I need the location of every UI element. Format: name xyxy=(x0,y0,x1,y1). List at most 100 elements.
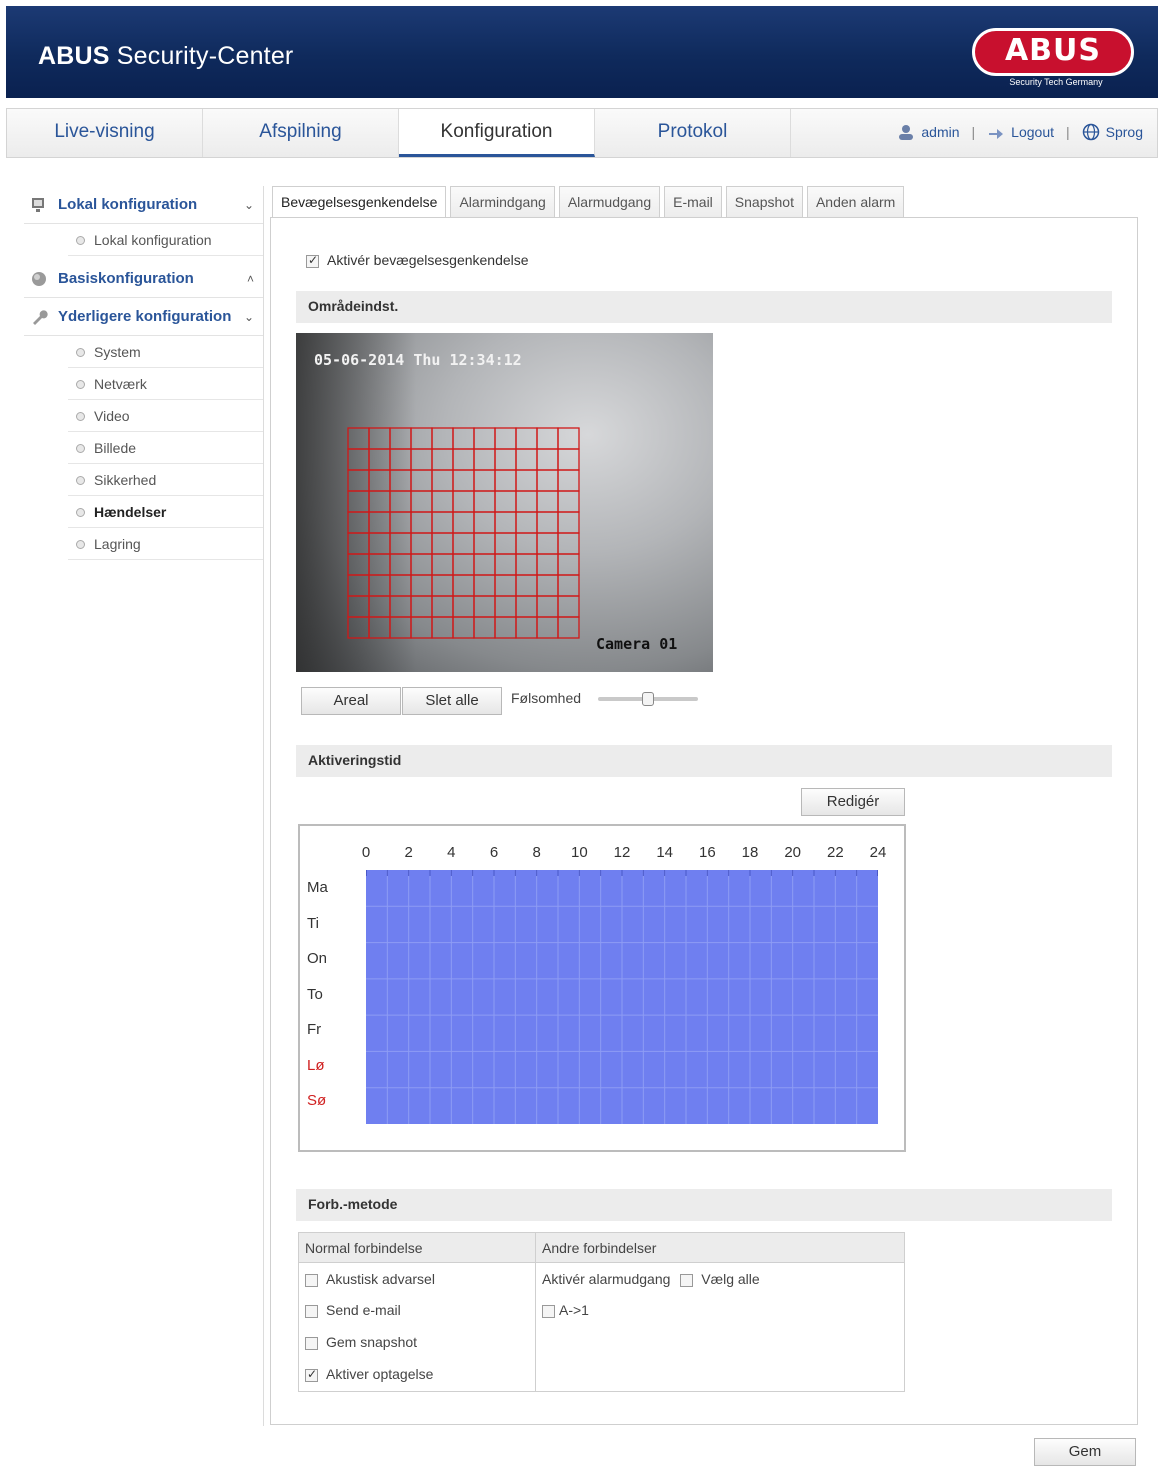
motion-grid-cell[interactable] xyxy=(557,532,580,555)
sidebar-section-local[interactable]: Lokal konfiguration ⌄ xyxy=(24,186,264,224)
motion-grid-cell[interactable] xyxy=(515,532,538,555)
motion-grid-cell[interactable] xyxy=(473,616,496,639)
motion-grid-cell[interactable] xyxy=(494,511,517,534)
logout-icon[interactable] xyxy=(987,123,1005,141)
motion-grid-cell[interactable] xyxy=(494,490,517,513)
motion-grid-cell[interactable] xyxy=(368,448,391,471)
motion-grid-cell[interactable] xyxy=(389,595,412,618)
nav-tab-log[interactable]: Protokol xyxy=(595,109,791,157)
motion-grid-cell[interactable] xyxy=(431,511,454,534)
motion-grid-cell[interactable] xyxy=(515,511,538,534)
motion-grid-cell[interactable] xyxy=(536,469,559,492)
motion-grid-cell[interactable] xyxy=(473,595,496,618)
enable-recording-checkbox[interactable] xyxy=(305,1367,318,1382)
motion-grid-cell[interactable] xyxy=(557,574,580,597)
motion-grid-cell[interactable] xyxy=(347,448,370,471)
tab-other-alarm[interactable]: Anden alarm xyxy=(806,186,905,218)
motion-grid-cell[interactable] xyxy=(536,595,559,618)
motion-grid-cell[interactable] xyxy=(410,616,433,639)
sidebar-item-video[interactable]: Video xyxy=(68,400,264,432)
motion-grid-cell[interactable] xyxy=(347,574,370,597)
motion-grid-cell[interactable] xyxy=(557,616,580,639)
motion-grid-cell[interactable] xyxy=(410,532,433,555)
motion-grid-cell[interactable] xyxy=(368,553,391,576)
motion-grid-cell[interactable] xyxy=(473,490,496,513)
motion-grid-cell[interactable] xyxy=(536,490,559,513)
motion-grid-cell[interactable] xyxy=(431,616,454,639)
motion-grid-cell[interactable] xyxy=(557,448,580,471)
motion-grid-cell[interactable] xyxy=(536,616,559,639)
motion-grid-cell[interactable] xyxy=(494,448,517,471)
save-snapshot-checkbox[interactable] xyxy=(305,1336,318,1350)
motion-grid-cell[interactable] xyxy=(347,532,370,555)
motion-grid-cell[interactable] xyxy=(368,595,391,618)
motion-grid-cell[interactable] xyxy=(410,448,433,471)
motion-grid-cell[interactable] xyxy=(494,574,517,597)
tab-motion-detection[interactable]: Bevægelsesgenkendelse xyxy=(272,186,447,219)
motion-grid-cell[interactable] xyxy=(431,469,454,492)
nav-tab-live[interactable]: Live-visning xyxy=(7,109,203,157)
chevron-up-icon[interactable]: ˄ xyxy=(247,260,254,298)
motion-grid-cell[interactable] xyxy=(431,574,454,597)
motion-grid-cell[interactable] xyxy=(557,427,580,450)
motion-grid-cell[interactable] xyxy=(410,595,433,618)
motion-grid-cell[interactable] xyxy=(452,532,475,555)
motion-grid-cell[interactable] xyxy=(347,469,370,492)
motion-grid-cell[interactable] xyxy=(452,553,475,576)
motion-grid-cell[interactable] xyxy=(557,511,580,534)
motion-grid-cell[interactable] xyxy=(347,490,370,513)
motion-grid-cell[interactable] xyxy=(347,511,370,534)
sidebar-item-events[interactable]: Hændelser xyxy=(68,496,264,528)
select-all-checkbox[interactable] xyxy=(680,1273,694,1287)
tab-email[interactable]: E-mail xyxy=(664,186,722,218)
motion-grid-cell[interactable] xyxy=(473,427,496,450)
motion-grid-cell[interactable] xyxy=(536,448,559,471)
motion-grid-cell[interactable] xyxy=(368,427,391,450)
clear-all-button[interactable]: Slet alle xyxy=(402,687,502,715)
motion-grid-cell[interactable] xyxy=(473,574,496,597)
motion-grid-cell[interactable] xyxy=(515,553,538,576)
motion-grid-cell[interactable] xyxy=(515,616,538,639)
edit-schedule-button[interactable]: Redigér xyxy=(801,788,905,816)
motion-grid-cell[interactable] xyxy=(515,574,538,597)
motion-grid-cell[interactable] xyxy=(473,448,496,471)
sidebar-section-advanced[interactable]: Yderligere konfiguration ⌄ xyxy=(24,298,264,336)
motion-grid-cell[interactable] xyxy=(368,490,391,513)
motion-grid-cell[interactable] xyxy=(536,532,559,555)
motion-grid-cell[interactable] xyxy=(431,553,454,576)
motion-grid-cell[interactable] xyxy=(389,490,412,513)
motion-grid-cell[interactable] xyxy=(347,553,370,576)
motion-grid-cell[interactable] xyxy=(452,511,475,534)
motion-grid-cell[interactable] xyxy=(431,595,454,618)
motion-grid-cell[interactable] xyxy=(452,469,475,492)
motion-grid-cell[interactable] xyxy=(347,595,370,618)
sidebar-item-system[interactable]: System xyxy=(68,336,264,368)
tab-alarm-output[interactable]: Alarmudgang xyxy=(558,186,661,218)
motion-grid-cell[interactable] xyxy=(494,427,517,450)
motion-grid-cell[interactable] xyxy=(389,574,412,597)
sidebar-item-local-config[interactable]: Lokal konfiguration xyxy=(68,224,264,256)
motion-grid-cell[interactable] xyxy=(536,553,559,576)
motion-grid-cell[interactable] xyxy=(557,469,580,492)
motion-grid-cell[interactable] xyxy=(494,553,517,576)
alarm-output-a1-checkbox[interactable] xyxy=(542,1304,555,1318)
motion-grid-cell[interactable] xyxy=(368,469,391,492)
motion-grid-cell[interactable] xyxy=(452,490,475,513)
motion-grid-cell[interactable] xyxy=(410,427,433,450)
logout-link[interactable]: Logout xyxy=(1011,124,1054,140)
motion-grid-cell[interactable] xyxy=(452,427,475,450)
motion-grid-cell[interactable] xyxy=(389,511,412,534)
motion-grid-cell[interactable] xyxy=(557,553,580,576)
motion-grid-cell[interactable] xyxy=(494,595,517,618)
nav-tab-configuration[interactable]: Konfiguration xyxy=(399,109,595,157)
motion-grid-cell[interactable] xyxy=(452,574,475,597)
motion-grid-cell[interactable] xyxy=(410,511,433,534)
motion-grid-cell[interactable] xyxy=(389,553,412,576)
save-button[interactable]: Gem xyxy=(1034,1438,1136,1466)
motion-grid-cell[interactable] xyxy=(389,616,412,639)
camera-preview[interactable]: 05-06-2014 Thu 12:34:12 Camera 01 xyxy=(296,333,713,672)
motion-grid-cell[interactable] xyxy=(515,469,538,492)
schedule-grid[interactable] xyxy=(366,870,880,1126)
nav-tab-playback[interactable]: Afspilning xyxy=(203,109,399,157)
sensitivity-slider-handle[interactable] xyxy=(642,692,654,706)
